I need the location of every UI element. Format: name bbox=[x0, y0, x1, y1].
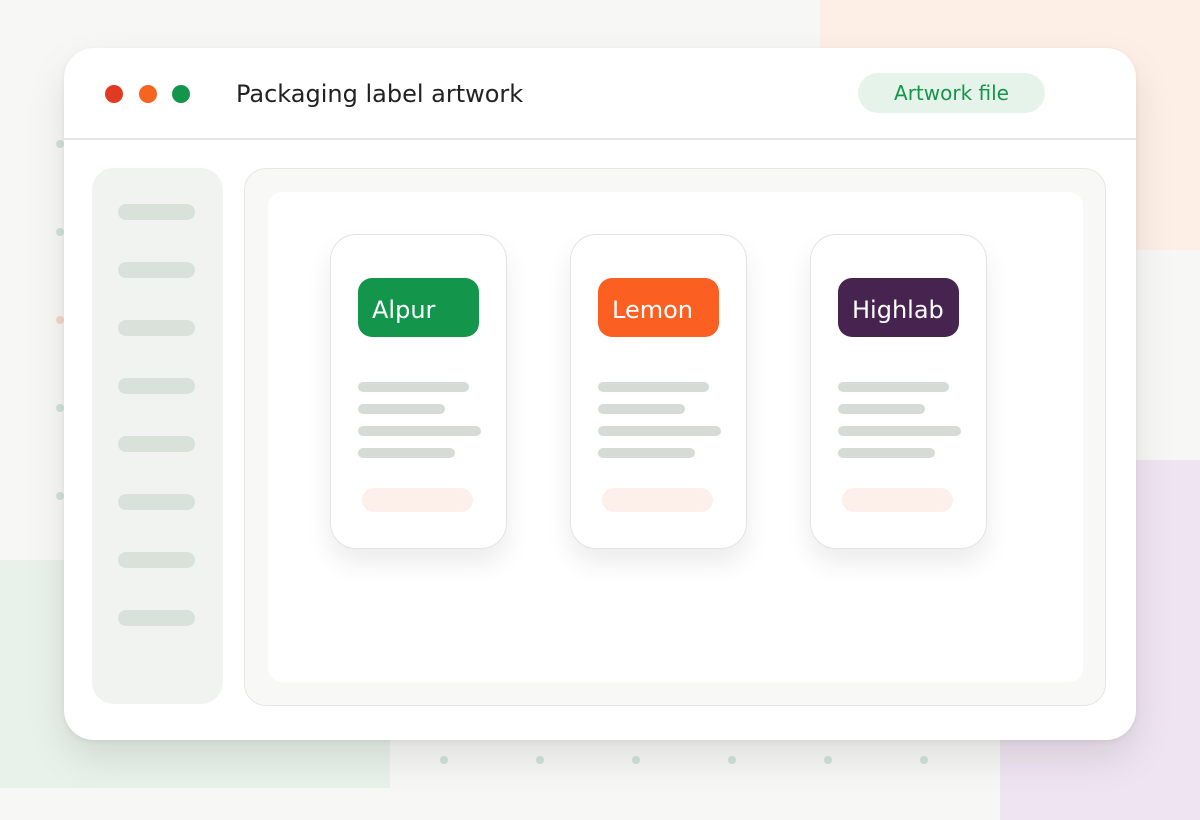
artwork-canvas: Alpur Lemon Highlab bbox=[268, 192, 1083, 682]
background-dot bbox=[920, 756, 928, 764]
brand-label: Lemon bbox=[598, 278, 719, 337]
background-dot bbox=[56, 140, 64, 148]
background-dot bbox=[56, 316, 64, 324]
main-panel: Alpur Lemon Highlab bbox=[244, 168, 1106, 706]
background-dot bbox=[56, 228, 64, 236]
title-bar: Packaging label artwork Artwork file bbox=[64, 48, 1136, 140]
sidebar bbox=[92, 168, 223, 704]
sidebar-item[interactable] bbox=[118, 494, 195, 510]
placeholder-line bbox=[598, 448, 695, 458]
card-action-button[interactable] bbox=[362, 488, 473, 512]
background-dot bbox=[728, 756, 736, 764]
placeholder-line bbox=[358, 448, 455, 458]
label-card-alpur[interactable]: Alpur bbox=[330, 234, 507, 549]
app-window: Packaging label artwork Artwork file Alp… bbox=[64, 48, 1136, 740]
placeholder-line bbox=[598, 426, 721, 436]
close-window-button[interactable] bbox=[105, 85, 123, 103]
placeholder-line bbox=[838, 404, 925, 414]
sidebar-item[interactable] bbox=[118, 262, 195, 278]
placeholder-line bbox=[358, 404, 445, 414]
background-dot bbox=[824, 756, 832, 764]
placeholder-line bbox=[838, 382, 949, 392]
label-card-lemon[interactable]: Lemon bbox=[570, 234, 747, 549]
sidebar-item[interactable] bbox=[118, 436, 195, 452]
sidebar-item[interactable] bbox=[118, 320, 195, 336]
background-dot bbox=[440, 756, 448, 764]
sidebar-item[interactable] bbox=[118, 610, 195, 626]
card-action-button[interactable] bbox=[842, 488, 953, 512]
brand-label: Alpur bbox=[358, 278, 479, 337]
background-dot bbox=[536, 756, 544, 764]
placeholder-line bbox=[598, 382, 709, 392]
placeholder-line bbox=[358, 426, 481, 436]
artwork-file-badge[interactable]: Artwork file bbox=[858, 73, 1045, 113]
maximize-window-button[interactable] bbox=[172, 85, 190, 103]
sidebar-item[interactable] bbox=[118, 204, 195, 220]
placeholder-line bbox=[838, 448, 935, 458]
background-dot bbox=[56, 492, 64, 500]
placeholder-line bbox=[838, 426, 961, 436]
background-dot bbox=[56, 404, 64, 412]
background-dot bbox=[632, 756, 640, 764]
placeholder-line bbox=[598, 404, 685, 414]
sidebar-item[interactable] bbox=[118, 378, 195, 394]
card-action-button[interactable] bbox=[602, 488, 713, 512]
placeholder-line bbox=[358, 382, 469, 392]
brand-label: Highlab bbox=[838, 278, 959, 337]
window-title: Packaging label artwork bbox=[236, 80, 524, 108]
label-card-highlab[interactable]: Highlab bbox=[810, 234, 987, 549]
sidebar-item[interactable] bbox=[118, 552, 195, 568]
minimize-window-button[interactable] bbox=[139, 85, 157, 103]
